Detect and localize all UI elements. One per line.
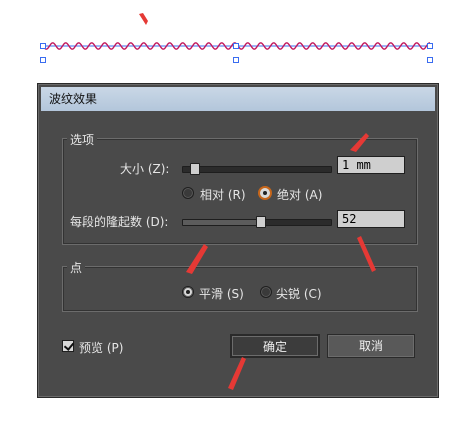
annotation-overlay	[186, 133, 376, 390]
annotation-arrow-ridges	[357, 236, 376, 272]
annotation-arrow-smooth	[186, 244, 208, 274]
annotation-arrow-ok	[228, 357, 246, 390]
annotation-arrow-size	[350, 133, 369, 152]
